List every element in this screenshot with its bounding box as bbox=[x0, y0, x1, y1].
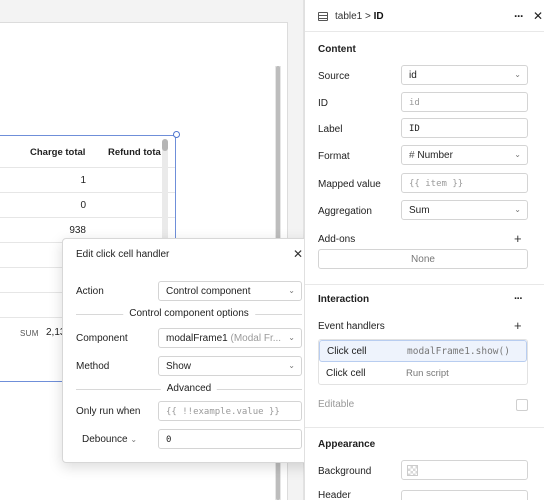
table-icon bbox=[318, 12, 328, 21]
source-value: id bbox=[409, 70, 417, 81]
breadcrumb-parent[interactable]: table1 bbox=[335, 11, 362, 22]
addons-label: Add-ons bbox=[318, 234, 356, 245]
column-header-charge-total[interactable]: Charge total bbox=[30, 147, 85, 158]
event-handler-event: Click cell bbox=[327, 346, 367, 357]
hash-icon: # bbox=[409, 150, 415, 161]
chevron-down-icon: ⌄ bbox=[288, 286, 295, 295]
debounce-input[interactable]: 0 bbox=[158, 429, 302, 449]
close-icon[interactable]: ✕ bbox=[293, 247, 303, 261]
method-select[interactable]: Show ⌄ bbox=[158, 356, 302, 376]
add-event-handler-icon[interactable]: + bbox=[514, 318, 522, 333]
breadcrumb-current: ID bbox=[373, 11, 384, 22]
more-options-icon[interactable]: ··· bbox=[514, 293, 523, 305]
action-select-value: Control component bbox=[166, 286, 251, 297]
mapped-value-label: Mapped value bbox=[318, 179, 381, 190]
divider bbox=[305, 284, 544, 285]
label-input[interactable]: ID bbox=[401, 118, 528, 138]
header-color-input[interactable] bbox=[401, 490, 528, 500]
breadcrumb: table1 > ID bbox=[335, 11, 384, 22]
table-header: Charge total Refund tota bbox=[0, 136, 175, 168]
resize-handle[interactable] bbox=[173, 131, 180, 138]
mapped-value-placeholder: {{ item }} bbox=[409, 179, 464, 189]
table-cell[interactable]: 1 bbox=[80, 175, 86, 186]
chevron-down-icon: ⌄ bbox=[514, 205, 521, 214]
editable-label: Editable bbox=[318, 399, 355, 410]
table-cell[interactable]: 938 bbox=[69, 225, 86, 236]
action-label: Action bbox=[76, 286, 104, 297]
close-icon[interactable]: ✕ bbox=[533, 9, 543, 23]
only-run-when-placeholder: {{ !!example.value }} bbox=[166, 407, 280, 417]
debounce-label-text: Debounce bbox=[82, 434, 128, 445]
table-row[interactable]: 1 bbox=[0, 168, 175, 193]
component-label: Component bbox=[76, 333, 128, 344]
table-row[interactable]: 0 bbox=[0, 193, 175, 218]
id-placeholder: id bbox=[409, 98, 420, 108]
format-select[interactable]: # Number ⌄ bbox=[401, 145, 528, 165]
dialog-header: Edit click cell handler ✕ bbox=[63, 239, 312, 269]
section-title-advanced: Advanced bbox=[160, 383, 218, 394]
only-run-when-input[interactable]: {{ !!example.value }} bbox=[158, 401, 302, 421]
source-select[interactable]: id ⌄ bbox=[401, 65, 528, 85]
id-input[interactable]: id bbox=[401, 92, 528, 112]
id-label: ID bbox=[318, 98, 328, 109]
section-title-options: Control component options bbox=[123, 308, 255, 319]
column-header-refund-total[interactable]: Refund tota bbox=[108, 147, 161, 158]
event-handler-item[interactable]: Click cell modalFrame1.show() bbox=[319, 340, 527, 362]
edit-click-cell-handler-dialog: Edit click cell handler ✕ Action Control… bbox=[62, 238, 313, 463]
aggregation-value: Sum bbox=[409, 205, 430, 216]
aggregation-label: Aggregation bbox=[318, 206, 372, 217]
event-handler-item[interactable]: Click cell Run script bbox=[319, 363, 527, 385]
breadcrumb-separator: > bbox=[365, 11, 371, 22]
color-swatch-icon bbox=[407, 465, 418, 476]
chevron-down-icon: ⌄ bbox=[288, 333, 295, 342]
event-handler-list: Click cell modalFrame1.show() Click cell… bbox=[318, 339, 528, 385]
content-section-title: Content bbox=[318, 44, 356, 55]
chevron-down-icon: ⌄ bbox=[130, 435, 138, 444]
appearance-section-title: Appearance bbox=[318, 439, 376, 450]
dialog-title: Edit click cell handler bbox=[76, 249, 170, 260]
component-select-value: modalFrame1 bbox=[166, 333, 228, 344]
header-label: Header bbox=[318, 490, 351, 500]
section-divider-advanced: Advanced bbox=[76, 383, 302, 395]
add-addon-icon[interactable]: + bbox=[514, 231, 522, 246]
addons-none-box: None bbox=[318, 249, 528, 269]
sum-label: SUM bbox=[20, 329, 39, 338]
format-value: Number bbox=[417, 150, 453, 161]
event-handler-action: modalFrame1.show() bbox=[407, 346, 510, 357]
table-cell[interactable]: 0 bbox=[80, 200, 86, 211]
label-label: Label bbox=[318, 124, 343, 135]
component-select-hint: (Modal Fr... bbox=[230, 333, 282, 344]
background-color-input[interactable] bbox=[401, 460, 528, 480]
inspector-panel: table1 > ID ··· ✕ Content Source id ⌄ ID… bbox=[304, 0, 544, 500]
more-options-icon[interactable]: ··· bbox=[514, 9, 524, 23]
event-handler-action: Run script bbox=[406, 368, 449, 379]
chevron-down-icon: ⌄ bbox=[514, 150, 521, 159]
method-select-value: Show bbox=[166, 361, 192, 372]
label-value: ID bbox=[409, 124, 420, 134]
event-handler-event: Click cell bbox=[326, 368, 366, 379]
only-run-when-label: Only run when bbox=[76, 406, 141, 417]
component-select[interactable]: modalFrame1 (Modal Fr... ⌄ bbox=[158, 328, 302, 348]
interaction-section-title: Interaction bbox=[318, 294, 370, 305]
mapped-value-input[interactable]: {{ item }} bbox=[401, 173, 528, 193]
editable-checkbox[interactable] bbox=[516, 399, 528, 411]
debounce-label[interactable]: Debounce ⌄ bbox=[82, 434, 137, 445]
table-scrollbar-thumb[interactable] bbox=[162, 139, 168, 151]
action-select[interactable]: Control component ⌄ bbox=[158, 281, 302, 301]
format-label: Format bbox=[318, 151, 350, 162]
chevron-down-icon: ⌄ bbox=[288, 361, 295, 370]
inspector-header: table1 > ID ··· ✕ bbox=[305, 0, 544, 32]
background-label: Background bbox=[318, 466, 372, 477]
debounce-value: 0 bbox=[166, 435, 172, 445]
event-handlers-label: Event handlers bbox=[318, 321, 385, 332]
method-label: Method bbox=[76, 361, 110, 372]
divider bbox=[305, 427, 544, 428]
chevron-down-icon: ⌄ bbox=[514, 70, 521, 79]
section-divider-options: Control component options bbox=[76, 308, 302, 320]
source-label: Source bbox=[318, 71, 350, 82]
aggregation-select[interactable]: Sum ⌄ bbox=[401, 200, 528, 220]
